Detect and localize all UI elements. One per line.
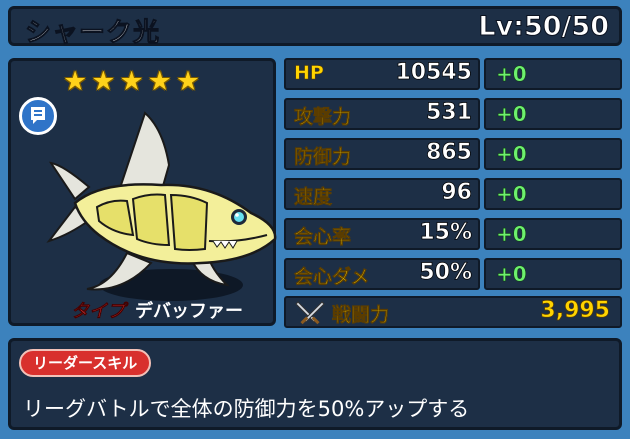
stat-value: 50% <box>419 260 472 286</box>
power-label: 戦闘力 <box>332 304 390 327</box>
stat-value: 15% <box>419 220 472 246</box>
stat-label: 攻撃力 <box>294 106 352 129</box>
bonus-cell: +0 <box>484 138 622 170</box>
stat-label: HP <box>294 62 324 85</box>
bonus-cell: +0 <box>484 258 622 290</box>
crossed-swords-icon <box>295 301 325 325</box>
leader-skill-panel: リーダースキル リーグバトルで全体の防御力を50%アップする <box>8 338 622 430</box>
shark-character <box>46 111 277 301</box>
level-display: Lv:50/50 <box>478 11 610 43</box>
leader-skill-badge: リーダースキル <box>19 349 152 377</box>
bonus-cell: +0 <box>484 58 622 90</box>
stat-label: 会心ダメ <box>294 266 370 289</box>
stat-cell: 速度 96 <box>284 178 480 210</box>
star-icon: ★ <box>175 66 201 97</box>
stat-value: 10545 <box>395 60 472 86</box>
type-row: タイプ デバッファー <box>71 297 243 323</box>
stat-bonus: +0 <box>496 142 527 167</box>
character-name: シャーク光 <box>24 18 161 49</box>
stat-cell: 防御力 865 <box>284 138 480 170</box>
character-panel: ★ ★ ★ ★ ★ タイプ デバッファー <box>8 58 277 326</box>
status-screen: シャーク光 Lv:50/50 ★ ★ ★ ★ ★ タイプ デバッファー HP 1… <box>0 0 630 439</box>
stat-bonus: +0 <box>496 222 527 247</box>
star-icon: ★ <box>147 66 172 97</box>
star-icon: ★ <box>91 66 116 97</box>
star-icon: ★ <box>63 66 88 97</box>
stat-cell: HP 10545 <box>284 58 480 90</box>
stat-value: 865 <box>426 140 473 166</box>
bonus-cell: +0 <box>484 218 622 250</box>
star-icon: ★ <box>119 66 144 97</box>
stat-value: 531 <box>426 100 473 126</box>
stat-cell: 会心ダメ 50% <box>284 258 480 290</box>
type-label: タイプ <box>71 301 126 323</box>
type-value: デバッファー <box>135 301 243 322</box>
stat-bonus: +0 <box>496 62 527 87</box>
header-bar: シャーク光 Lv:50/50 <box>8 6 622 49</box>
stat-label: 防御力 <box>294 146 352 169</box>
stat-bonus: +0 <box>496 102 527 127</box>
bonus-cell: +0 <box>484 98 622 130</box>
rarity-stars: ★ ★ ★ ★ ★ <box>63 67 200 97</box>
stat-bonus: +0 <box>496 182 527 207</box>
stat-bonus: +0 <box>496 262 527 287</box>
stat-label: 速度 <box>294 186 333 209</box>
leader-skill-description: リーグバトルで全体の防御力を50%アップする <box>23 397 470 421</box>
bonus-cell: +0 <box>484 178 622 210</box>
combat-power-row: 戦闘力 3,995 <box>284 296 622 328</box>
stat-value: 96 <box>441 180 472 206</box>
power-value: 3,995 <box>540 298 610 324</box>
stat-cell: 会心率 15% <box>284 218 480 250</box>
stat-cell: 攻撃力 531 <box>284 98 480 130</box>
stat-label: 会心率 <box>294 226 352 249</box>
